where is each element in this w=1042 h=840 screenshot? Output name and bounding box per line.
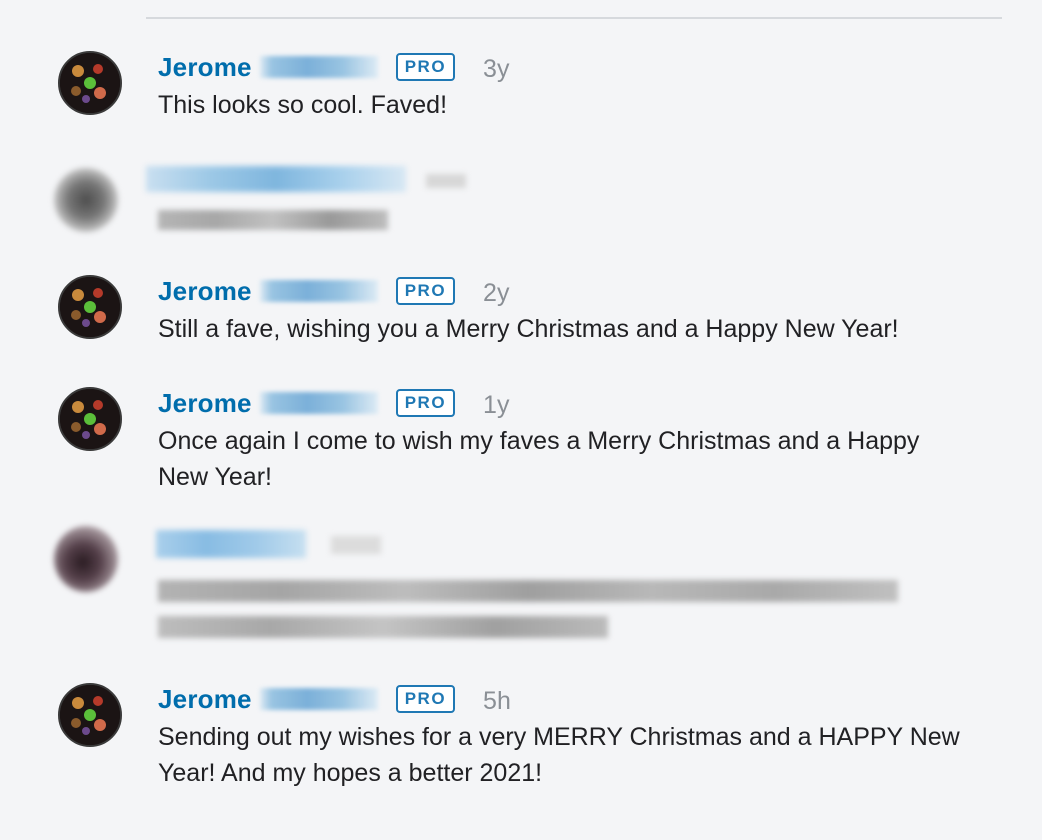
comment-text: Sending out my wishes for a very MERRY C… xyxy=(158,723,960,787)
author-name-redacted xyxy=(259,392,378,414)
comments-divider xyxy=(146,17,1002,19)
pro-badge[interactable]: PRO xyxy=(395,389,456,417)
author-name[interactable]: Jerome xyxy=(158,276,252,307)
pro-badge[interactable]: PRO xyxy=(395,53,456,81)
avatar[interactable] xyxy=(58,51,122,115)
author-name[interactable]: Jerome xyxy=(158,684,252,715)
comment-text: Still a fave, wishing you a Merry Christ… xyxy=(158,315,899,343)
redacted-name xyxy=(146,522,396,566)
redacted-name xyxy=(146,160,466,196)
comment-text: Once again I come to wish my faves a Mer… xyxy=(158,427,920,491)
avatar[interactable] xyxy=(58,275,122,339)
author-name[interactable]: Jerome xyxy=(158,388,252,419)
author-name-redacted xyxy=(259,280,378,302)
comment-age[interactable]: 2y xyxy=(483,279,509,308)
author-name-redacted xyxy=(259,56,378,78)
pro-badge[interactable]: PRO xyxy=(395,685,456,713)
redacted-text xyxy=(158,206,408,236)
comment-age[interactable]: 3y xyxy=(483,55,509,84)
comment-text: This looks so cool. Faved! xyxy=(158,91,448,119)
redacted-avatar xyxy=(46,518,128,604)
pro-badge[interactable]: PRO xyxy=(395,277,456,305)
comment-age[interactable]: 1y xyxy=(483,391,509,420)
author-name[interactable]: Jerome xyxy=(158,52,252,83)
comment-age[interactable]: 5h xyxy=(483,687,511,716)
author-name-redacted xyxy=(259,688,378,710)
avatar[interactable] xyxy=(58,683,122,747)
avatar[interactable] xyxy=(58,387,122,451)
redacted-avatar xyxy=(46,160,126,242)
redacted-text xyxy=(158,572,918,652)
